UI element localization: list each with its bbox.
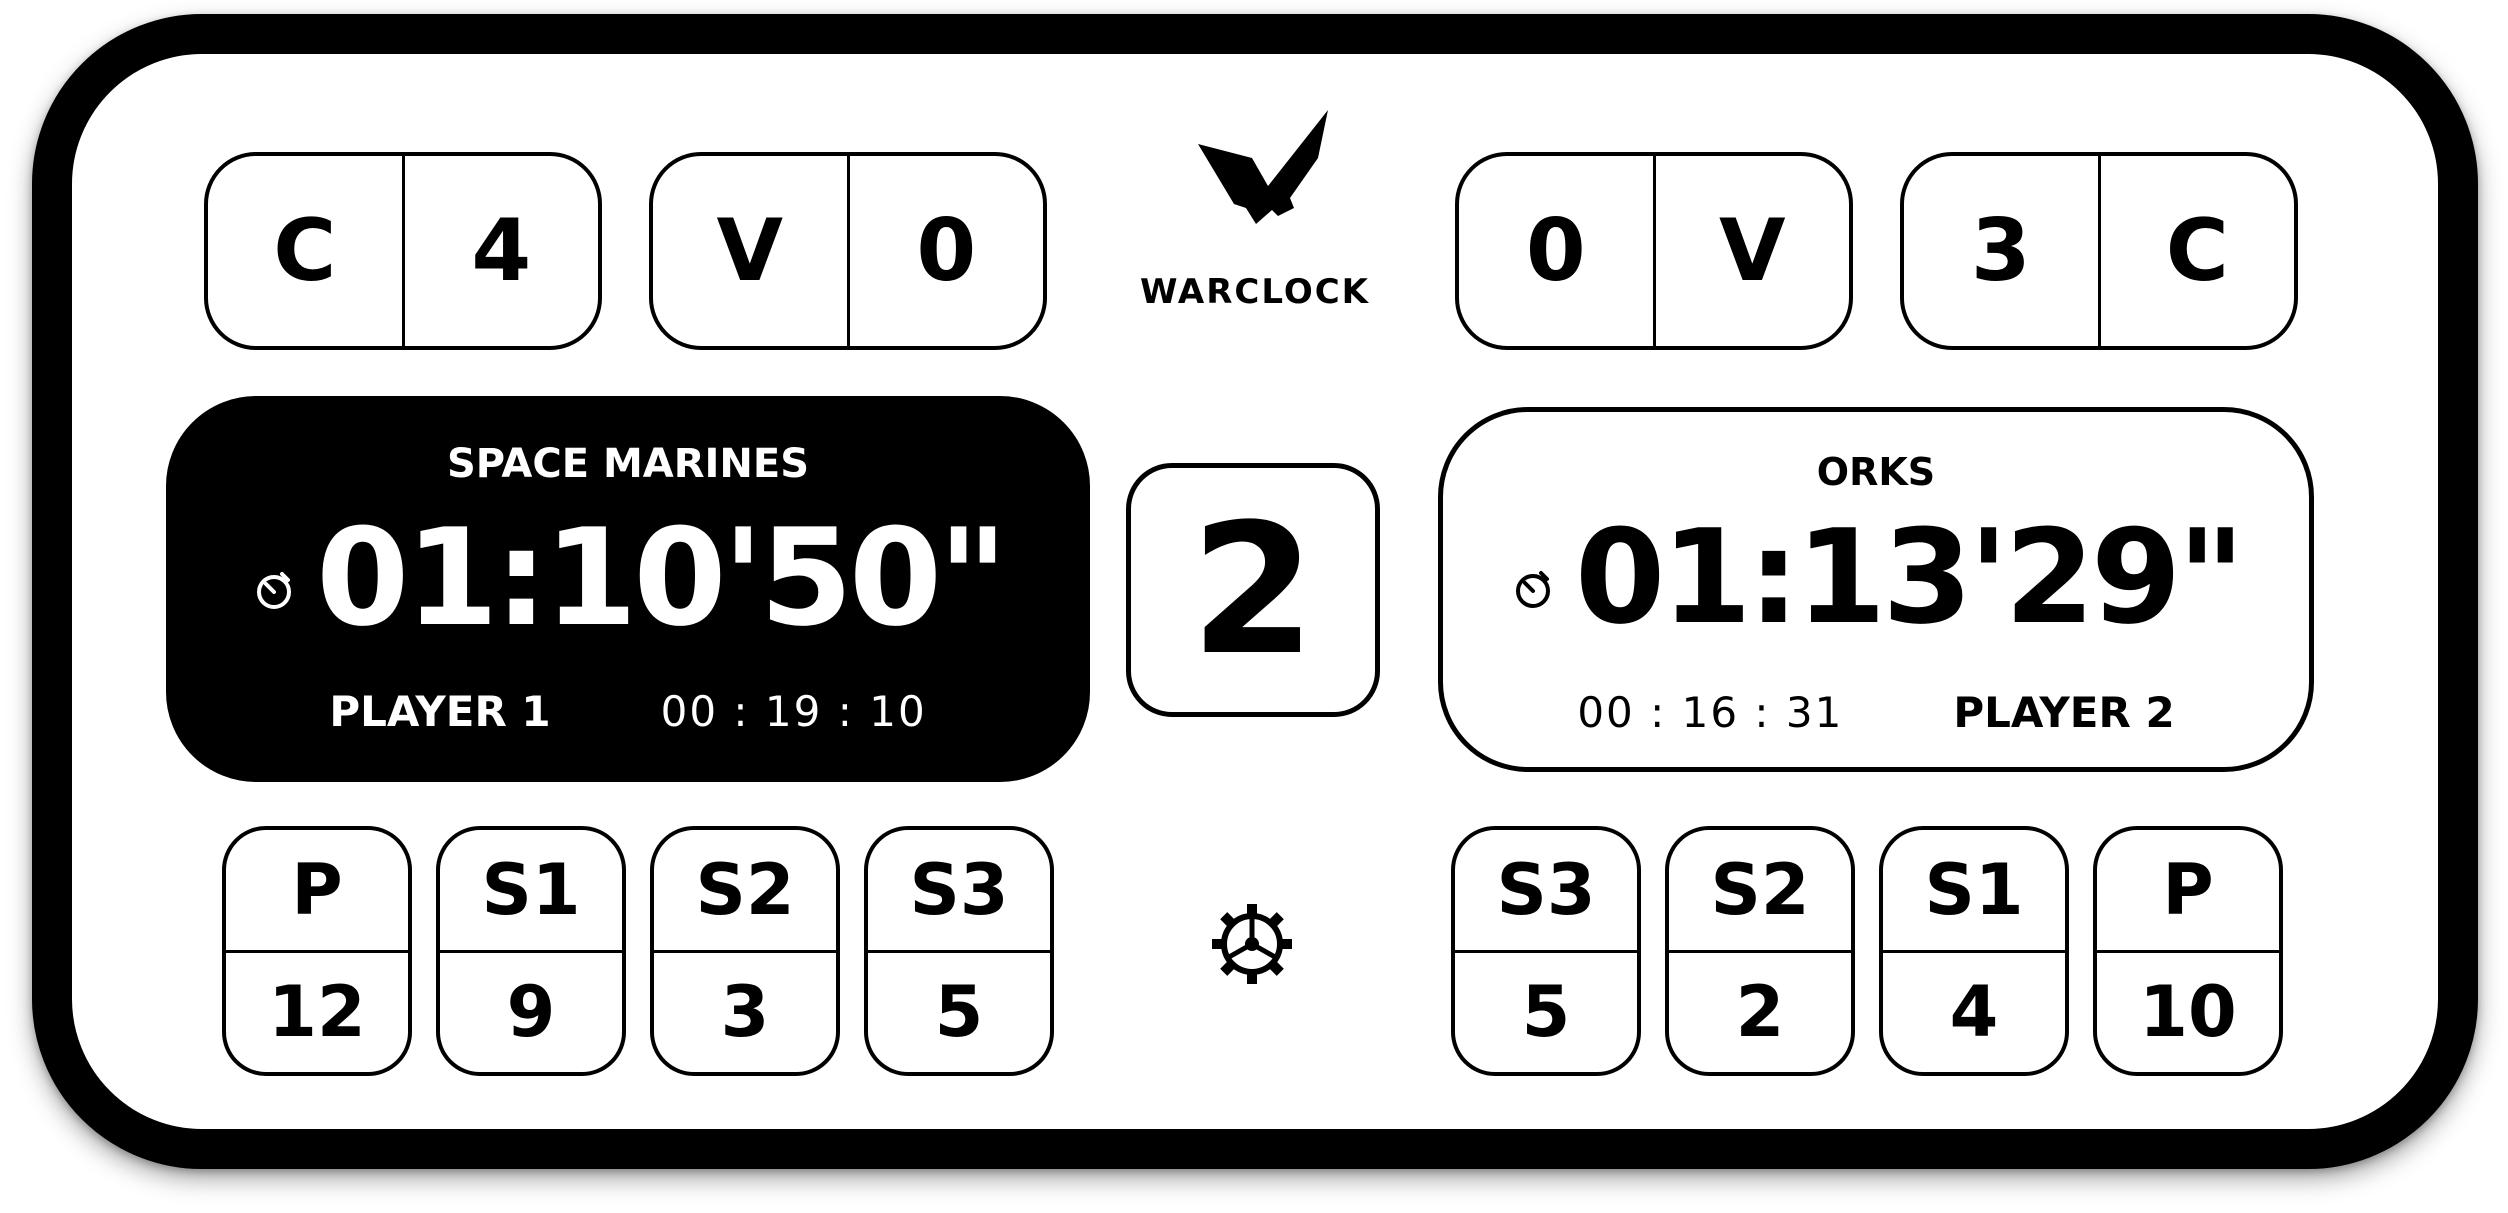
p1-cp-value[interactable]: 4 — [401, 156, 599, 346]
score-value[interactable]: 2 — [1669, 949, 1851, 1073]
p2-vp-value[interactable]: 0 — [1459, 156, 1653, 346]
player2-turn-time: 00 : 16 : 31 — [1577, 688, 1844, 737]
score-value[interactable]: 9 — [440, 949, 622, 1073]
gear-icon[interactable] — [1206, 898, 1298, 990]
p1-score-primary[interactable]: P 12 — [222, 826, 412, 1076]
p2-score-s1[interactable]: S1 4 — [1879, 826, 2069, 1076]
score-value[interactable]: 5 — [868, 949, 1050, 1073]
player2-clock-panel[interactable]: ORKS 01:13'29" 00 : 16 : 31 PLAYER 2 — [1438, 407, 2314, 772]
score-label: S3 — [909, 848, 1009, 931]
score-label: S2 — [1710, 848, 1810, 931]
p1-score-s1[interactable]: S1 9 — [436, 826, 626, 1076]
p1-cp-counter[interactable]: C 4 — [204, 152, 602, 350]
player1-name: PLAYER 1 — [329, 687, 551, 736]
p1-vp-label: V — [716, 201, 784, 301]
p2-cp-value[interactable]: 3 — [1904, 156, 2098, 346]
warclock-logo-icon — [1198, 110, 1328, 224]
score-value[interactable]: 5 — [1455, 949, 1637, 1073]
score-value[interactable]: 10 — [2097, 949, 2279, 1073]
p1-cp-label: C — [273, 201, 337, 301]
score-label: P — [291, 848, 343, 931]
player1-total-time: 01:10'50" — [316, 500, 1008, 656]
player2-total-time: 01:13'29" — [1574, 501, 2245, 653]
p2-score-primary[interactable]: P 10 — [2093, 826, 2283, 1076]
score-label: S1 — [1924, 848, 2024, 931]
p1-score-s2[interactable]: S2 3 — [650, 826, 840, 1076]
stopwatch-icon — [257, 572, 292, 609]
player1-turn-time: 00 : 19 : 10 — [660, 687, 927, 736]
p1-vp-counter[interactable]: V 0 — [649, 152, 1047, 350]
p2-vp-counter[interactable]: 0 V — [1455, 152, 1853, 350]
stopwatch-icon — [1515, 571, 1550, 608]
score-label: S2 — [695, 848, 795, 931]
brand-name: WARCLOCK — [1139, 272, 1371, 312]
p2-cp-label: C — [2097, 156, 2295, 346]
p2-cp-counter[interactable]: 3 C — [1900, 152, 2298, 350]
score-value[interactable]: 3 — [654, 949, 836, 1073]
round-counter[interactable]: 2 — [1126, 463, 1380, 717]
p1-vp-value[interactable]: 0 — [846, 156, 1044, 346]
warclock-logo: WARCLOCK — [1120, 96, 1390, 326]
p1-score-s3[interactable]: S3 5 — [864, 826, 1054, 1076]
score-value[interactable]: 12 — [226, 949, 408, 1073]
p2-score-s2[interactable]: S2 2 — [1665, 826, 1855, 1076]
player1-faction: SPACE MARINES — [446, 441, 810, 487]
player1-clock-panel[interactable]: SPACE MARINES 01:10'50" PLAYER 1 00 : 19… — [166, 396, 1090, 782]
score-value[interactable]: 4 — [1883, 949, 2065, 1073]
score-label: P — [2162, 848, 2214, 931]
player2-faction: ORKS — [1816, 450, 1936, 494]
p2-score-s3[interactable]: S3 5 — [1451, 826, 1641, 1076]
p2-vp-label: V — [1652, 156, 1850, 346]
score-label: S3 — [1496, 848, 1596, 931]
player2-name: PLAYER 2 — [1953, 688, 2175, 737]
score-label: S1 — [481, 848, 581, 931]
